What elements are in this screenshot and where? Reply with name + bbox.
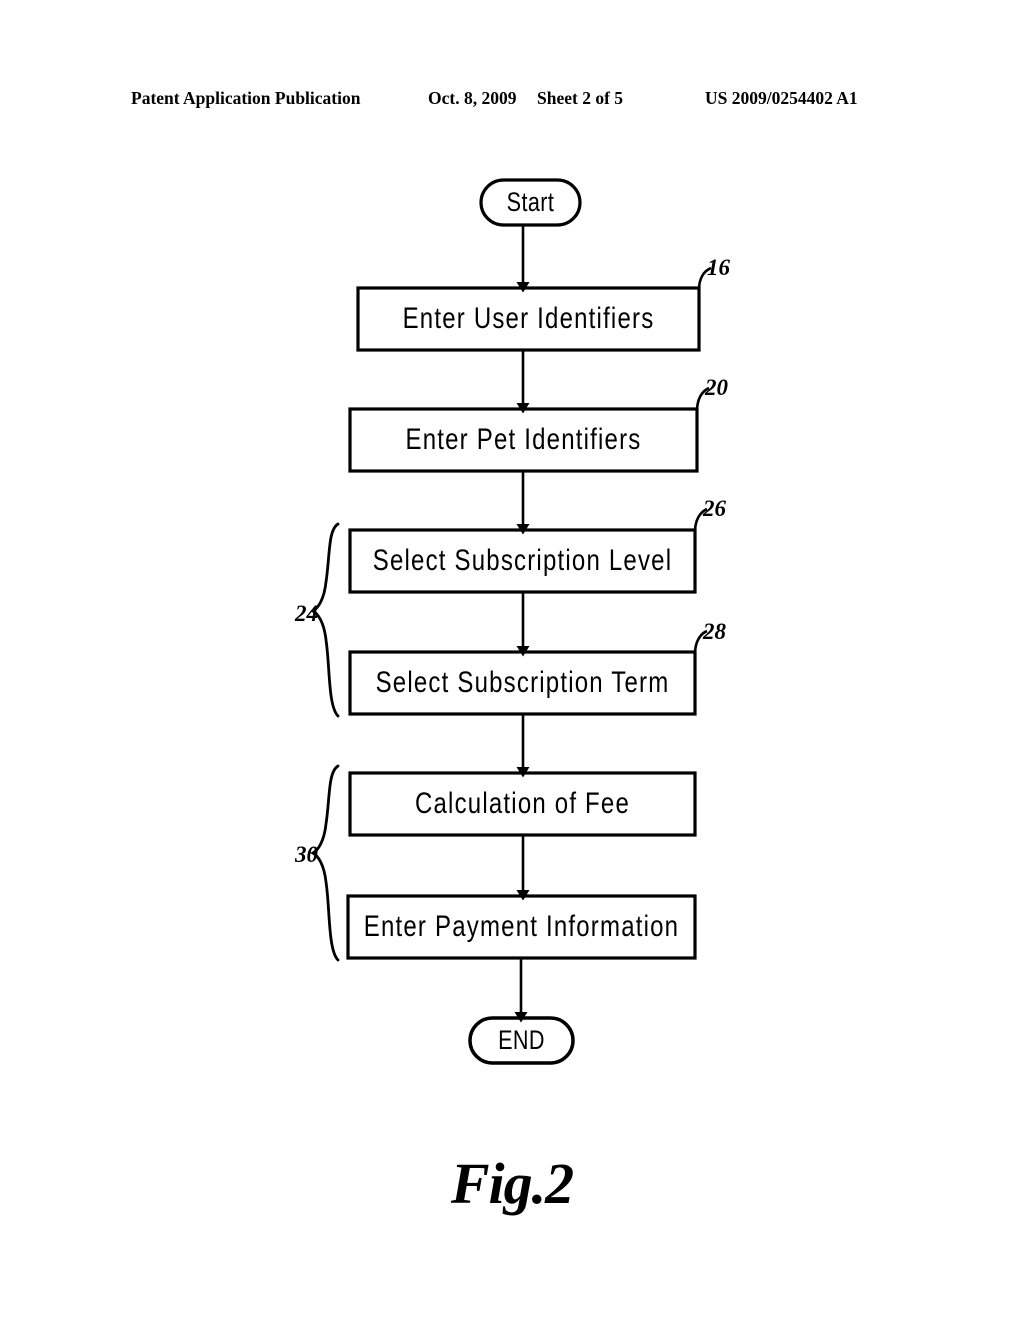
reference-numeral-24: 24 — [295, 601, 318, 626]
process-box-26-label: Select Subscription Level — [372, 544, 673, 577]
reference-numeral-26: 26 — [703, 496, 726, 521]
process-box-28-label: Select Subscription Term — [375, 666, 670, 699]
process-box-20-label: Enter Pet Identifiers — [405, 423, 642, 456]
reference-numeral-20: 20 — [705, 375, 728, 400]
reference-numeral-30: 30 — [295, 842, 318, 867]
flowchart-figure: Start Enter User Identifiers Enter Pet I… — [0, 0, 1024, 1320]
figure-caption: Fig.2 — [450, 1151, 574, 1216]
process-box-16-label: Enter User Identifiers — [402, 302, 655, 335]
reference-numeral-28: 28 — [703, 619, 726, 644]
start-node-label: Start — [506, 187, 555, 217]
process-box-calculation-of-fee-label: Calculation of Fee — [414, 787, 631, 820]
end-node-label: END — [498, 1025, 545, 1055]
reference-numeral-16: 16 — [707, 255, 730, 280]
process-box-enter-payment-information-label: Enter Payment Information — [363, 910, 680, 943]
